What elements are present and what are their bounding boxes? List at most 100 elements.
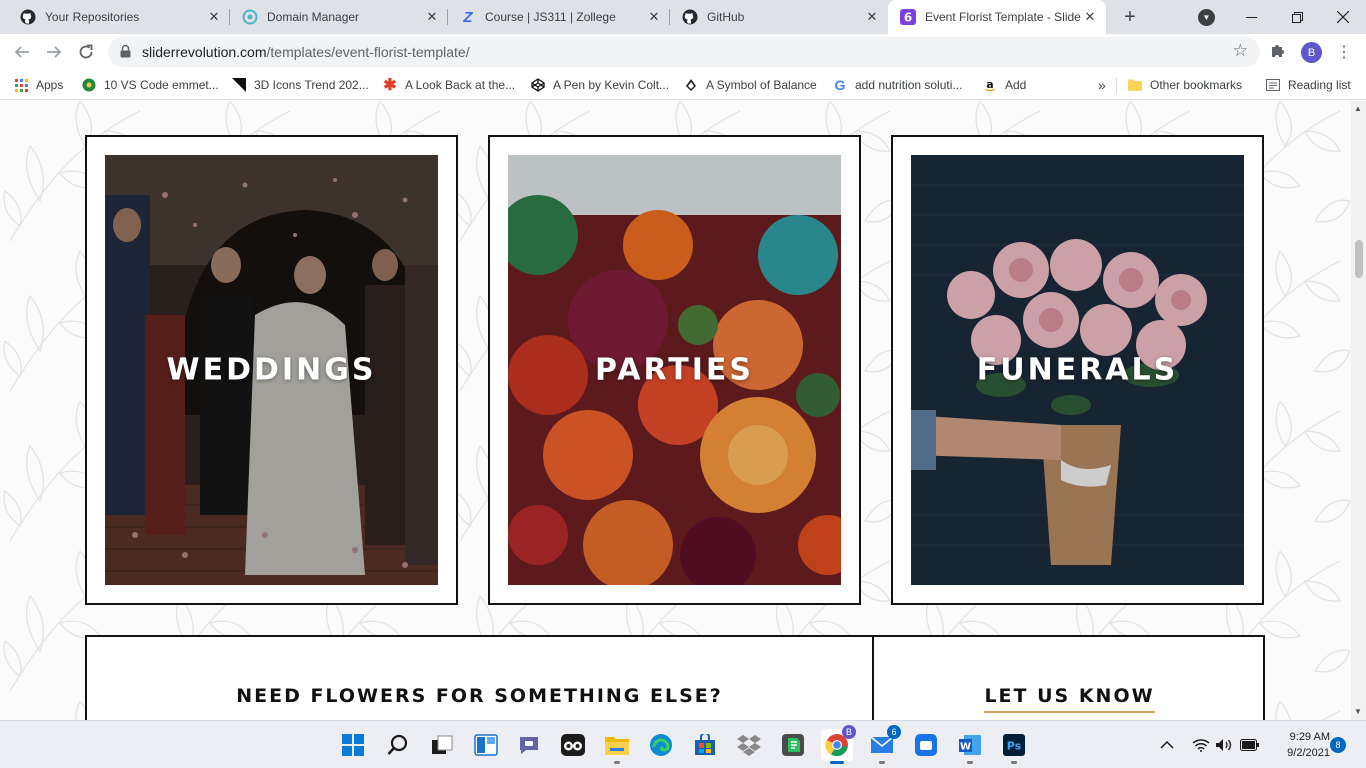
bookmarks-overflow-button[interactable]: » bbox=[1098, 76, 1106, 94]
reading-list-button[interactable]: Reading list bbox=[1266, 76, 1351, 94]
app-icon[interactable] bbox=[910, 729, 942, 761]
tab-strip: Your Repositories ✕ Domain Manager ✕ Z C… bbox=[0, 0, 1366, 34]
tab-domain-manager[interactable]: Domain Manager ✕ bbox=[230, 0, 448, 34]
apps-grid-icon bbox=[14, 78, 28, 92]
bookmark-vs-code-emmet[interactable]: 10 VS Code emmet... bbox=[82, 76, 219, 94]
bookmark-nutrition[interactable]: G add nutrition soluti... bbox=[833, 76, 963, 94]
tab-github[interactable]: GitHub ✕ bbox=[670, 0, 888, 34]
bookmark-add-amazon[interactable]: a Add bbox=[983, 76, 1026, 94]
mail-icon[interactable]: 6 bbox=[866, 725, 901, 764]
bookmark-apps[interactable]: Apps bbox=[14, 76, 63, 94]
show-hidden-icons-icon[interactable] bbox=[1160, 721, 1174, 768]
close-tab-icon[interactable]: ✕ bbox=[424, 9, 440, 25]
taskbar-clock[interactable]: 9:29 AM 9/2/2021 bbox=[1272, 729, 1330, 761]
need-flowers-heading: NEED FLOWERS FOR SOMETHING ELSE? bbox=[236, 685, 723, 707]
scroll-up-arrow-icon[interactable]: ▲ bbox=[1354, 104, 1362, 113]
close-tab-icon[interactable]: ✕ bbox=[646, 9, 662, 25]
address-bar[interactable]: sliderrevolution.com/templates/event-flo… bbox=[108, 37, 1260, 67]
parties-label: PARTIES bbox=[595, 352, 754, 388]
store-icon[interactable] bbox=[689, 729, 721, 761]
3d-icons-icon bbox=[232, 78, 246, 92]
back-button[interactable] bbox=[9, 39, 35, 65]
file-explorer-icon[interactable] bbox=[601, 729, 633, 764]
bookmarks-bar: Apps 10 VS Code emmet... 3D Icons Trend … bbox=[0, 70, 1366, 100]
reload-button[interactable] bbox=[73, 39, 99, 65]
svg-text:Ps: Ps bbox=[1007, 740, 1022, 753]
evernote-icon[interactable] bbox=[777, 729, 809, 761]
bookmark-symbol-balance[interactable]: A Symbol of Balance bbox=[684, 76, 817, 94]
other-bookmarks-folder[interactable]: Other bookmarks bbox=[1128, 76, 1242, 94]
funerals-photo: FUNERALS bbox=[911, 155, 1244, 585]
tab-your-repositories[interactable]: Your Repositories ✕ bbox=[8, 0, 230, 34]
scroll-down-arrow-icon[interactable]: ▼ bbox=[1354, 707, 1362, 716]
new-tab-button[interactable]: + bbox=[1118, 5, 1142, 29]
parties-photo: PARTIES bbox=[508, 155, 841, 585]
url-path: /templates/event-florist-template/ bbox=[266, 44, 470, 60]
back-arrow-icon bbox=[14, 46, 29, 58]
widgets-icon[interactable] bbox=[470, 729, 502, 761]
vs-emmet-icon bbox=[82, 78, 96, 92]
google-icon: G bbox=[834, 77, 846, 93]
tab-search-icon[interactable]: ▼ bbox=[1198, 9, 1215, 26]
forward-button[interactable] bbox=[41, 39, 67, 65]
reading-list-icon bbox=[1266, 78, 1280, 92]
bookmark-3d-icons[interactable]: 3D Icons Trend 202... bbox=[232, 76, 369, 94]
tab-zollege-course[interactable]: Z Course | JS311 | Zollege ✕ bbox=[448, 0, 670, 34]
slider-revolution-icon: 6 bbox=[900, 9, 916, 25]
notification-count-badge[interactable]: 8 bbox=[1330, 737, 1346, 753]
tab-title: Your Repositories bbox=[45, 10, 140, 24]
volume-icon[interactable] bbox=[1215, 721, 1233, 768]
mail-unread-badge: 6 bbox=[887, 725, 901, 739]
teams-chat-icon[interactable] bbox=[513, 729, 545, 761]
parties-card[interactable]: PARTIES bbox=[488, 135, 861, 605]
photoshop-icon[interactable]: Ps bbox=[998, 729, 1030, 764]
edge-icon[interactable] bbox=[645, 729, 677, 761]
tab-title: Event Florist Template - Slide bbox=[925, 10, 1081, 24]
tab-title: GitHub bbox=[707, 10, 745, 24]
task-view-icon[interactable] bbox=[426, 729, 458, 761]
funerals-card[interactable]: FUNERALS bbox=[891, 135, 1264, 605]
bookmark-star-icon[interactable]: ☆ bbox=[1233, 41, 1248, 61]
battery-icon[interactable] bbox=[1240, 721, 1260, 768]
restore-button[interactable] bbox=[1274, 0, 1320, 34]
bookmark-codepen[interactable]: A Pen by Kevin Colt... bbox=[531, 76, 669, 94]
balance-icon bbox=[684, 78, 698, 92]
reload-icon bbox=[79, 44, 93, 59]
dropbox-icon[interactable] bbox=[733, 729, 765, 761]
clock-date: 9/2/2021 bbox=[1287, 747, 1330, 759]
close-tab-icon[interactable]: ✕ bbox=[206, 9, 222, 25]
search-icon[interactable] bbox=[382, 729, 414, 761]
bookmark-label: Add bbox=[1005, 78, 1027, 92]
weddings-card[interactable]: WEDDINGS bbox=[85, 135, 458, 605]
bookmark-label: add nutrition soluti... bbox=[855, 78, 963, 92]
minimize-button[interactable] bbox=[1228, 0, 1274, 34]
windows-taskbar: B 6 W Ps 9:29 AM 9/2/2021 8 bbox=[0, 720, 1366, 768]
amazon-icon: a bbox=[983, 78, 997, 92]
chrome-icon[interactable]: B bbox=[821, 725, 856, 764]
weddings-photo: WEDDINGS bbox=[105, 155, 438, 585]
profile-avatar[interactable]: B bbox=[1301, 42, 1322, 63]
menu-dots-icon[interactable]: ⋮ bbox=[1336, 42, 1352, 62]
funerals-label: FUNERALS bbox=[976, 352, 1179, 388]
bookmark-label: Other bookmarks bbox=[1150, 78, 1243, 92]
extensions-puzzle-icon[interactable] bbox=[1270, 42, 1286, 63]
close-tab-icon[interactable]: ✕ bbox=[864, 9, 880, 25]
wifi-icon[interactable] bbox=[1192, 721, 1210, 768]
page-viewport: WEDDINGS PARTIES FUNERALS NEED FLOWERS F… bbox=[0, 101, 1351, 720]
word-icon[interactable]: W bbox=[954, 729, 986, 764]
zollege-icon: Z bbox=[463, 8, 473, 26]
page-scrollbar[interactable]: ▲ ▼ bbox=[1351, 101, 1366, 720]
bookmark-look-back[interactable]: ✱ A Look Back at the... bbox=[383, 76, 515, 94]
domain-manager-icon bbox=[242, 9, 258, 25]
github-icon bbox=[20, 9, 36, 25]
tab-title: Domain Manager bbox=[267, 10, 360, 24]
codepen-icon bbox=[531, 78, 545, 92]
close-window-button[interactable] bbox=[1320, 0, 1366, 34]
contact-box-row: NEED FLOWERS FOR SOMETHING ELSE? LET US … bbox=[85, 635, 1265, 720]
start-icon[interactable] bbox=[337, 729, 369, 761]
tab-event-florist[interactable]: 6 Event Florist Template - Slide ✕ bbox=[888, 0, 1106, 34]
scrollbar-thumb[interactable] bbox=[1355, 240, 1363, 278]
let-us-know-link[interactable]: LET US KNOW bbox=[874, 685, 1265, 713]
tripadvisor-icon[interactable] bbox=[557, 729, 589, 761]
close-tab-icon[interactable]: ✕ bbox=[1082, 9, 1098, 25]
